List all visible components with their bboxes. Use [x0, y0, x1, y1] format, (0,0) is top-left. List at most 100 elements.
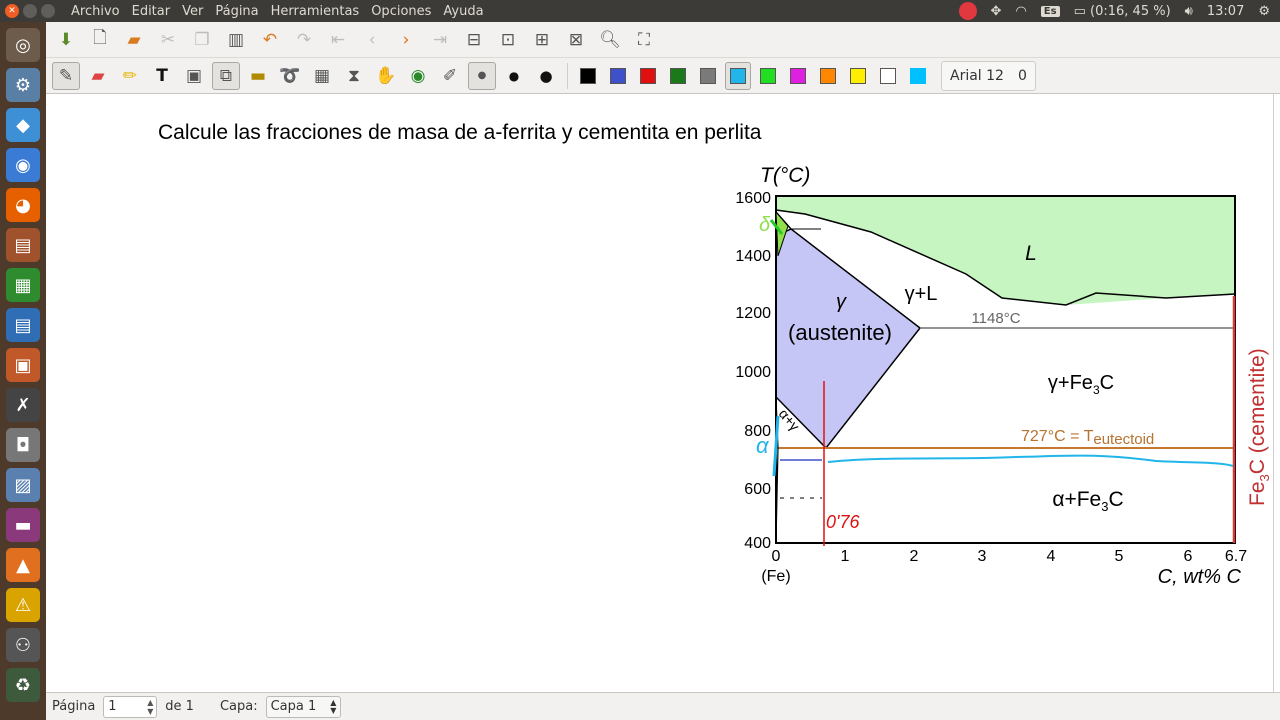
highlighter-tool-icon[interactable]: ✏	[116, 62, 144, 90]
color-magenta-button[interactable]	[785, 62, 811, 90]
custom-color-button[interactable]	[905, 62, 931, 90]
keyboard-layout-indicator[interactable]: Es	[1040, 5, 1060, 17]
thick-dot-icon[interactable]: ●	[532, 62, 560, 90]
redo-icon[interactable]: ↷	[290, 26, 318, 54]
image-tool-icon[interactable]: ▣	[180, 62, 208, 90]
app-menu: Archivo Editar Ver Página Herramientas O…	[71, 4, 484, 19]
color-red-button[interactable]	[635, 62, 661, 90]
problem-statement: Calcule las fracciones de masa de a-ferr…	[158, 121, 762, 144]
color-green-button[interactable]	[665, 62, 691, 90]
menu-ayuda[interactable]: Ayuda	[443, 4, 483, 19]
save-icon[interactable]: ⬇	[52, 26, 80, 54]
alpha-fe3c-c: C	[1108, 488, 1123, 511]
label-alpha: α	[756, 433, 770, 458]
medium-dot-icon[interactable]: ●	[500, 62, 528, 90]
undo-icon[interactable]: ↶	[256, 26, 284, 54]
menu-pagina[interactable]: Página	[215, 4, 258, 19]
system-icon[interactable]: ⚙	[6, 68, 40, 102]
page-total-label: de 1	[165, 699, 194, 714]
camera-icon[interactable]: ◘	[6, 428, 40, 462]
color-orange-button[interactable]	[815, 62, 841, 90]
media-icon[interactable]: ▬	[6, 508, 40, 542]
thin-dot-icon[interactable]: ●	[468, 61, 496, 90]
spinner-arrows-icon[interactable]: ▲ ▼	[144, 698, 156, 716]
color-swatch	[610, 67, 626, 84]
trash-icon[interactable]: ♻	[6, 668, 40, 702]
lasso-select-icon[interactable]: ➰	[276, 62, 304, 90]
zoom-100-icon[interactable]: ⊠	[562, 26, 590, 54]
vlc-icon[interactable]: ▲	[6, 548, 40, 582]
minimize-window-button[interactable]	[23, 4, 37, 18]
writer-icon[interactable]: ▤	[6, 308, 40, 342]
fullscreen-icon[interactable]: ⛶	[630, 26, 658, 54]
zoom-fit-icon[interactable]: ⊡	[494, 26, 522, 54]
dropbox-icon[interactable]: ◆	[6, 108, 40, 142]
rect-select-icon[interactable]: ▦	[308, 62, 336, 90]
default-tool-icon[interactable]: ◉	[404, 62, 432, 90]
xournal-icon[interactable]: ✗	[6, 388, 40, 422]
cementite-fe: Fe	[1246, 481, 1269, 506]
impress-icon[interactable]: ▣	[6, 348, 40, 382]
cut-icon[interactable]: ✂	[154, 26, 182, 54]
next-page-icon[interactable]: ›	[392, 26, 420, 54]
new-page-icon[interactable]: 🗋︎	[86, 26, 114, 54]
search-icon[interactable]: 🔍︎	[596, 26, 624, 54]
drawing-canvas[interactable]: Calcule las fracciones de masa de a-ferr…	[46, 94, 1280, 692]
page-number-value[interactable]: 1	[104, 699, 144, 714]
color-lightblue-button[interactable]	[725, 61, 751, 90]
vertical-space-icon[interactable]: ⧗	[340, 62, 368, 90]
menu-herramientas[interactable]: Herramientas	[271, 4, 360, 19]
menu-opciones[interactable]: Opciones	[371, 4, 431, 19]
hand-tool-icon[interactable]: ✋	[372, 62, 400, 90]
color-white-button[interactable]	[875, 62, 901, 90]
ruler-icon[interactable]: ▬	[244, 62, 272, 90]
font-selector[interactable]: Arial 12 0	[941, 60, 1036, 91]
x-tick-2: 2	[910, 548, 919, 565]
volume-icon[interactable]: 🔊︎	[1185, 4, 1193, 19]
wifi-icon[interactable]: ◠	[1015, 4, 1026, 19]
layer-select[interactable]: Capa 1 ▲ ▼	[265, 695, 342, 718]
network-icon[interactable]: ⚇	[6, 628, 40, 662]
page-number-spinner[interactable]: 1 ▲ ▼	[103, 695, 158, 718]
font-name: Arial 12	[950, 67, 1004, 84]
settings-gear-icon[interactable]: ⚙	[1258, 4, 1270, 19]
maximize-window-button[interactable]	[41, 4, 55, 18]
x-tick-3: 3	[978, 548, 987, 565]
firefox-icon[interactable]: ◕	[6, 188, 40, 222]
dropbox-tray-icon[interactable]: ✥	[991, 4, 1002, 19]
prev-page-icon[interactable]: ‹	[358, 26, 386, 54]
zoom-out-icon[interactable]: ⊟	[460, 26, 488, 54]
files-icon[interactable]: ▤	[6, 228, 40, 262]
record-indicator-icon[interactable]	[958, 2, 977, 20]
last-page-icon[interactable]: ⇥	[426, 26, 454, 54]
color-blue-button[interactable]	[605, 62, 631, 90]
color-yellow-button[interactable]	[845, 62, 871, 90]
copy-icon[interactable]: ❐	[188, 26, 216, 54]
shape-recognizer-icon[interactable]: ⧉	[212, 61, 240, 90]
chrome-icon[interactable]: ◉	[6, 148, 40, 182]
calc-icon[interactable]: ▦	[6, 268, 40, 302]
pen-tool-icon[interactable]: ✎	[52, 61, 80, 90]
text-tool-icon[interactable]: T	[148, 62, 176, 90]
menu-ver[interactable]: Ver	[182, 4, 203, 19]
color-gray-button[interactable]	[695, 62, 721, 90]
default-pen-icon[interactable]: ✐	[436, 62, 464, 90]
zoom-in-icon[interactable]: ⊞	[528, 26, 556, 54]
warning-icon[interactable]: ⚠	[6, 588, 40, 622]
close-window-button[interactable]: ✕	[5, 4, 19, 18]
page-label: Página	[52, 699, 96, 714]
menu-editar[interactable]: Editar	[132, 4, 171, 19]
clock[interactable]: 13:07	[1207, 4, 1244, 19]
y-tick-400: 400	[744, 535, 771, 552]
eraser-tool-icon[interactable]: ▰	[84, 62, 112, 90]
y-tick-1400: 1400	[735, 248, 771, 265]
menu-archivo[interactable]: Archivo	[71, 4, 120, 19]
battery-indicator[interactable]: ▭ (0:16, 45 %)	[1074, 4, 1171, 19]
color-black-button[interactable]	[575, 62, 601, 90]
color-lightgreen-button[interactable]	[755, 62, 781, 90]
first-page-icon[interactable]: ⇤	[324, 26, 352, 54]
ubuntu-dash-icon[interactable]: ◎	[6, 28, 40, 62]
screenshot-icon[interactable]: ▨	[6, 468, 40, 502]
open-folder-icon[interactable]: ▰	[120, 26, 148, 54]
paste-icon[interactable]: ▥	[222, 26, 250, 54]
